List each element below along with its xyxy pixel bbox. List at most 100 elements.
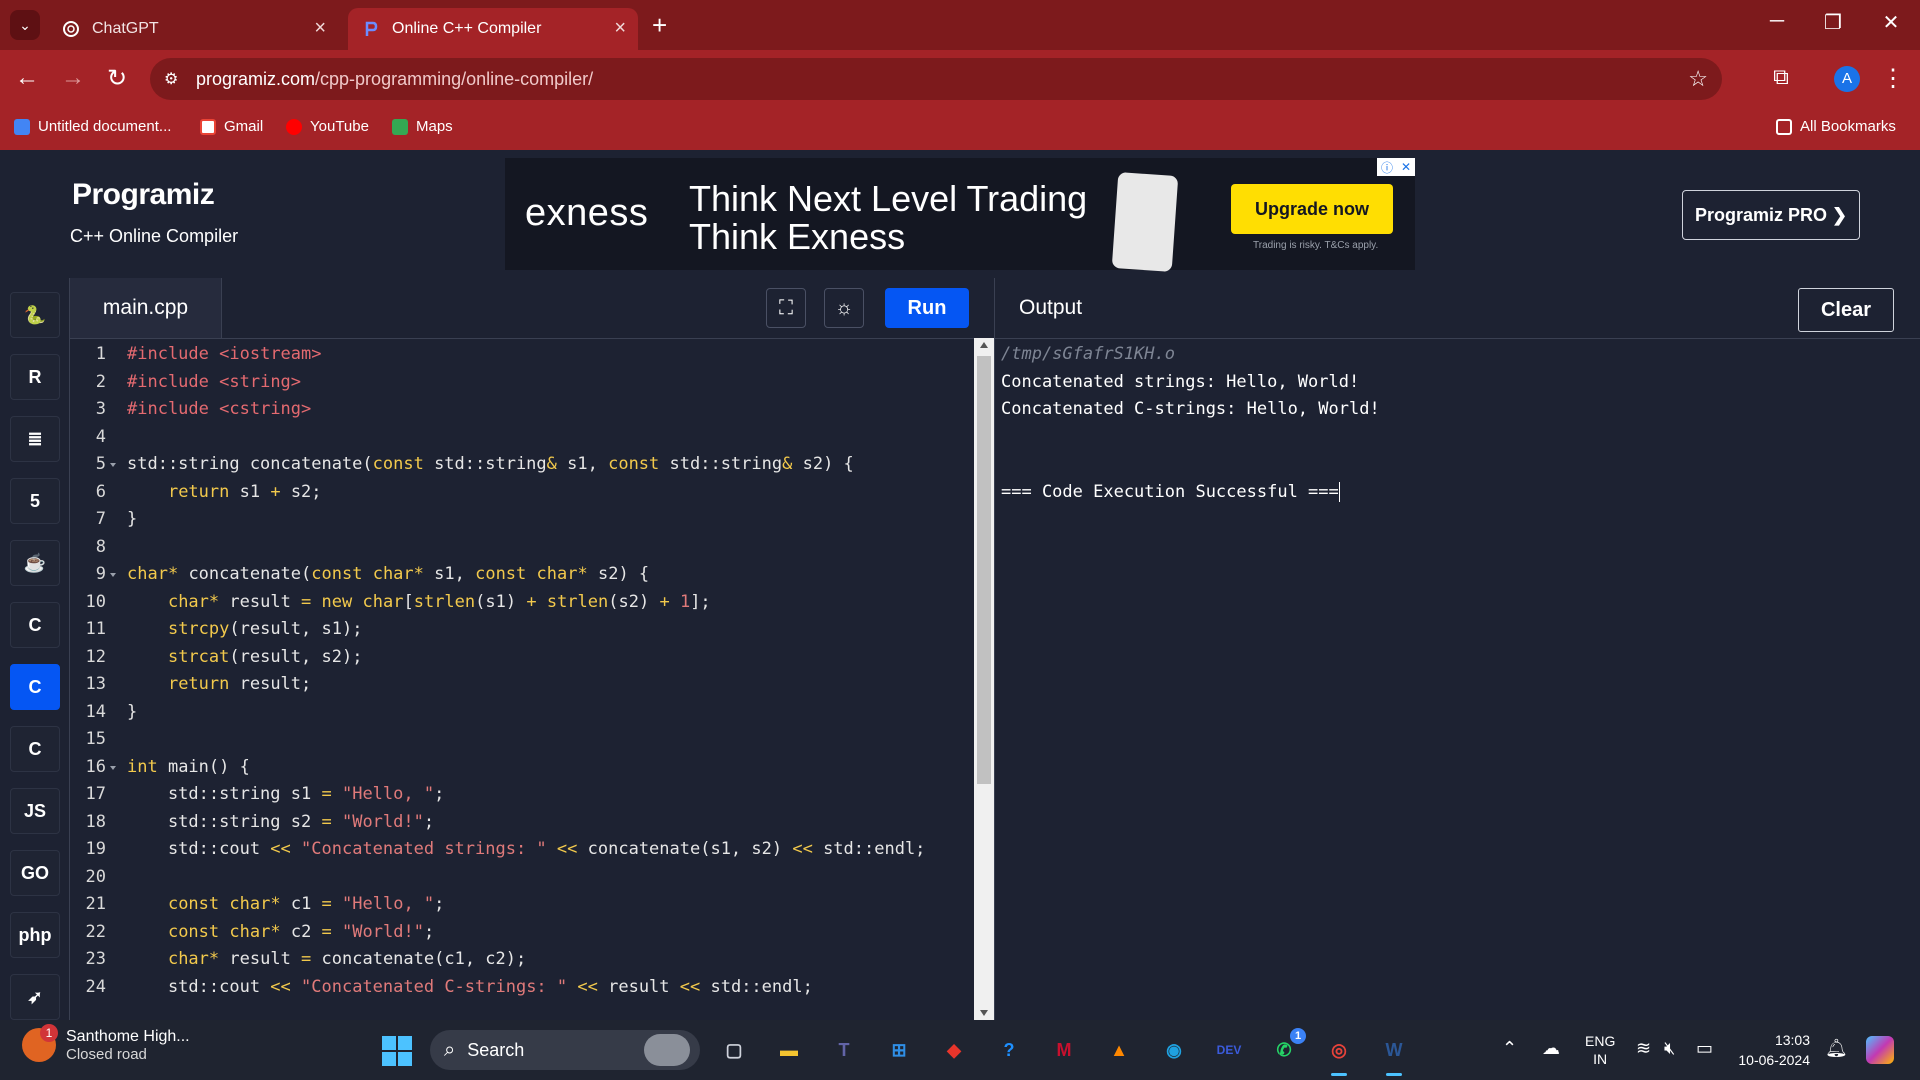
code-line[interactable]: 13 return result; xyxy=(70,671,974,699)
clear-button[interactable]: Clear xyxy=(1798,288,1894,332)
site-info-icon[interactable]: ⚙ xyxy=(164,69,184,89)
code-line[interactable]: 8 xyxy=(70,534,974,562)
output-console[interactable]: /tmp/sGfafrS1KH.o Concatenated strings: H… xyxy=(1001,341,1380,506)
code-line[interactable]: 6 return s1 + s2; xyxy=(70,479,974,507)
bookmark-gmail[interactable]: Gmail xyxy=(200,118,263,135)
task-view-icon[interactable]: ▢ xyxy=(716,1032,752,1068)
scrollbar-thumb[interactable] xyxy=(977,356,991,784)
reload-icon[interactable]: ↻ xyxy=(102,64,132,93)
chevron-up-icon[interactable]: ⌃ xyxy=(1502,1038,1517,1059)
onedrive-icon[interactable]: ☁ xyxy=(1542,1038,1560,1059)
language-button-c[interactable]: C xyxy=(10,602,60,648)
code-line[interactable]: 22 const char* c2 = "World!"; xyxy=(70,919,974,947)
store-icon[interactable]: ⊞ xyxy=(881,1032,917,1068)
bookmark-maps[interactable]: Maps xyxy=(392,118,453,135)
theme-toggle-button[interactable]: ☼ xyxy=(824,288,864,328)
language-button-r[interactable]: R xyxy=(10,354,60,400)
bookmark-youtube[interactable]: YouTube xyxy=(286,118,369,135)
profile-avatar[interactable]: A xyxy=(1834,66,1860,92)
file-explorer-icon[interactable]: ▬ xyxy=(771,1032,807,1068)
language-button-sql[interactable]: ≣ xyxy=(10,416,60,462)
forward-icon[interactable]: → xyxy=(58,64,88,92)
language-button-php[interactable]: php xyxy=(10,912,60,958)
code-line[interactable]: 20 xyxy=(70,864,974,892)
taskbar-search[interactable]: ⌕ Search xyxy=(430,1030,700,1070)
tab-close-icon[interactable]: × xyxy=(614,17,626,40)
code-line[interactable]: 24 std::cout << "Concatenated C-strings:… xyxy=(70,974,974,1002)
code-line[interactable]: 14} xyxy=(70,699,974,727)
language-button-csharp[interactable]: C xyxy=(10,726,60,772)
programiz-logo[interactable]: Programiz xyxy=(72,178,215,212)
language-button-java[interactable]: ☕ xyxy=(10,540,60,586)
language-button-html[interactable]: 5 xyxy=(10,478,60,524)
minimize-icon[interactable]: ─ xyxy=(1762,10,1792,33)
edge-icon[interactable]: ◉ xyxy=(1156,1032,1192,1068)
ad-banner[interactable]: exness Think Next Level Trading Think Ex… xyxy=(505,158,1415,272)
language-button-cpp[interactable]: C xyxy=(10,664,60,710)
volume-muted-icon[interactable]: 🔇︎ xyxy=(1664,1038,1675,1059)
code-line[interactable]: 4 xyxy=(70,424,974,452)
code-line[interactable]: 23 char* result = concatenate(c1, c2); xyxy=(70,946,974,974)
word-icon[interactable]: W xyxy=(1376,1032,1412,1076)
whatsapp-icon[interactable]: ✆ 1 xyxy=(1266,1028,1306,1068)
ad-choices-icon[interactable]: ⓘ ✕ xyxy=(1377,158,1415,176)
code-line[interactable]: 21 const char* c1 = "Hello, "; xyxy=(70,891,974,919)
code-line[interactable]: 7} xyxy=(70,506,974,534)
code-line[interactable]: 15 xyxy=(70,726,974,754)
code-line[interactable]: 19 std::cout << "Concatenated strings: "… xyxy=(70,836,974,864)
language-button-go[interactable]: GO xyxy=(10,850,60,896)
code-line[interactable]: 3 #include <cstring> xyxy=(70,396,974,424)
teams-icon[interactable]: T xyxy=(826,1032,862,1068)
url-text[interactable]: programiz.com/cpp-programming/online-com… xyxy=(196,69,593,90)
programiz-pro-button[interactable]: Programiz PRO ❯ xyxy=(1682,190,1860,240)
fullscreen-button[interactable]: ⛶ xyxy=(766,288,806,328)
code-line[interactable]: 10 char* result = new char[strlen(s1) + … xyxy=(70,589,974,617)
code-editor[interactable]: 1 #include <iostream> 2 #include <string> 3 #… xyxy=(70,338,974,1020)
tab-search-button[interactable]: ⌄ xyxy=(10,10,40,40)
language-button-js[interactable]: JS xyxy=(10,788,60,834)
code-line[interactable]: 18 std::string s2 = "World!"; xyxy=(70,809,974,837)
file-tab-main-cpp[interactable]: main.cpp xyxy=(70,278,222,338)
vlc-icon[interactable]: ▲ xyxy=(1101,1032,1137,1068)
language-button-python[interactable]: 🐍 xyxy=(10,292,60,338)
ad-upgrade-button[interactable]: Upgrade now xyxy=(1231,184,1393,234)
windows-start-icon[interactable] xyxy=(382,1036,412,1066)
close-window-icon[interactable]: ✕ xyxy=(1876,10,1906,35)
tab-close-icon[interactable]: × xyxy=(314,17,326,40)
mcafee-icon[interactable]: M xyxy=(1046,1032,1082,1068)
weather-widget[interactable]: 1 Santhome High... Closed road xyxy=(22,1024,190,1063)
run-button[interactable]: Run xyxy=(885,288,969,328)
all-bookmarks[interactable]: All Bookmarks xyxy=(1776,118,1896,135)
battery-icon[interactable]: ▭ xyxy=(1696,1038,1713,1059)
clock[interactable]: 13:03 10-06-2024 xyxy=(1734,1030,1810,1070)
code-line[interactable]: 9 char* concatenate(const char* s1, const… xyxy=(70,561,974,589)
code-line[interactable]: 12 strcat(result, s2); xyxy=(70,644,974,672)
new-tab-button[interactable]: + xyxy=(652,10,667,40)
menu-kebab-icon[interactable]: ⋮ xyxy=(1878,64,1908,93)
extensions-icon[interactable]: ⧉ xyxy=(1766,64,1796,90)
code-line[interactable]: 1 #include <iostream> xyxy=(70,341,974,369)
code-line[interactable]: 16 int main() { xyxy=(70,754,974,782)
address-bar[interactable]: ⚙ programiz.com/cpp-programming/online-c… xyxy=(150,58,1722,100)
editor-scrollbar[interactable] xyxy=(974,338,994,1020)
scroll-up-arrow[interactable] xyxy=(980,342,988,348)
help-icon[interactable]: ? xyxy=(991,1032,1027,1068)
app-red-icon[interactable]: ◆ xyxy=(936,1032,972,1068)
copilot-icon[interactable] xyxy=(1866,1036,1894,1064)
bookmark-untitled-document[interactable]: Untitled document... xyxy=(14,118,171,135)
back-icon[interactable]: ← xyxy=(12,64,42,92)
code-line[interactable]: 5 std::string concatenate(const std::stri… xyxy=(70,451,974,479)
input-language[interactable]: ENG IN xyxy=(1585,1032,1615,1068)
devhome-icon[interactable]: DEV xyxy=(1211,1032,1247,1068)
restore-icon[interactable]: ❐ xyxy=(1818,10,1848,35)
code-line[interactable]: 17 std::string s1 = "Hello, "; xyxy=(70,781,974,809)
code-line[interactable]: 2 #include <string> xyxy=(70,369,974,397)
tab-online-cpp-compiler[interactable]: Online C++ Compiler × xyxy=(348,8,638,50)
wifi-icon[interactable]: ≋ xyxy=(1636,1038,1651,1059)
scroll-down-arrow[interactable] xyxy=(980,1010,988,1016)
chrome-icon[interactable]: ◎ xyxy=(1321,1032,1357,1076)
language-button-swift[interactable]: ➶ xyxy=(10,974,60,1020)
bookmark-star-icon[interactable]: ☆ xyxy=(1688,66,1708,92)
tab-chatgpt[interactable]: ChatGPT × xyxy=(48,8,338,50)
notifications-bell-icon[interactable]: 🔔︎ xyxy=(1825,1038,1848,1059)
